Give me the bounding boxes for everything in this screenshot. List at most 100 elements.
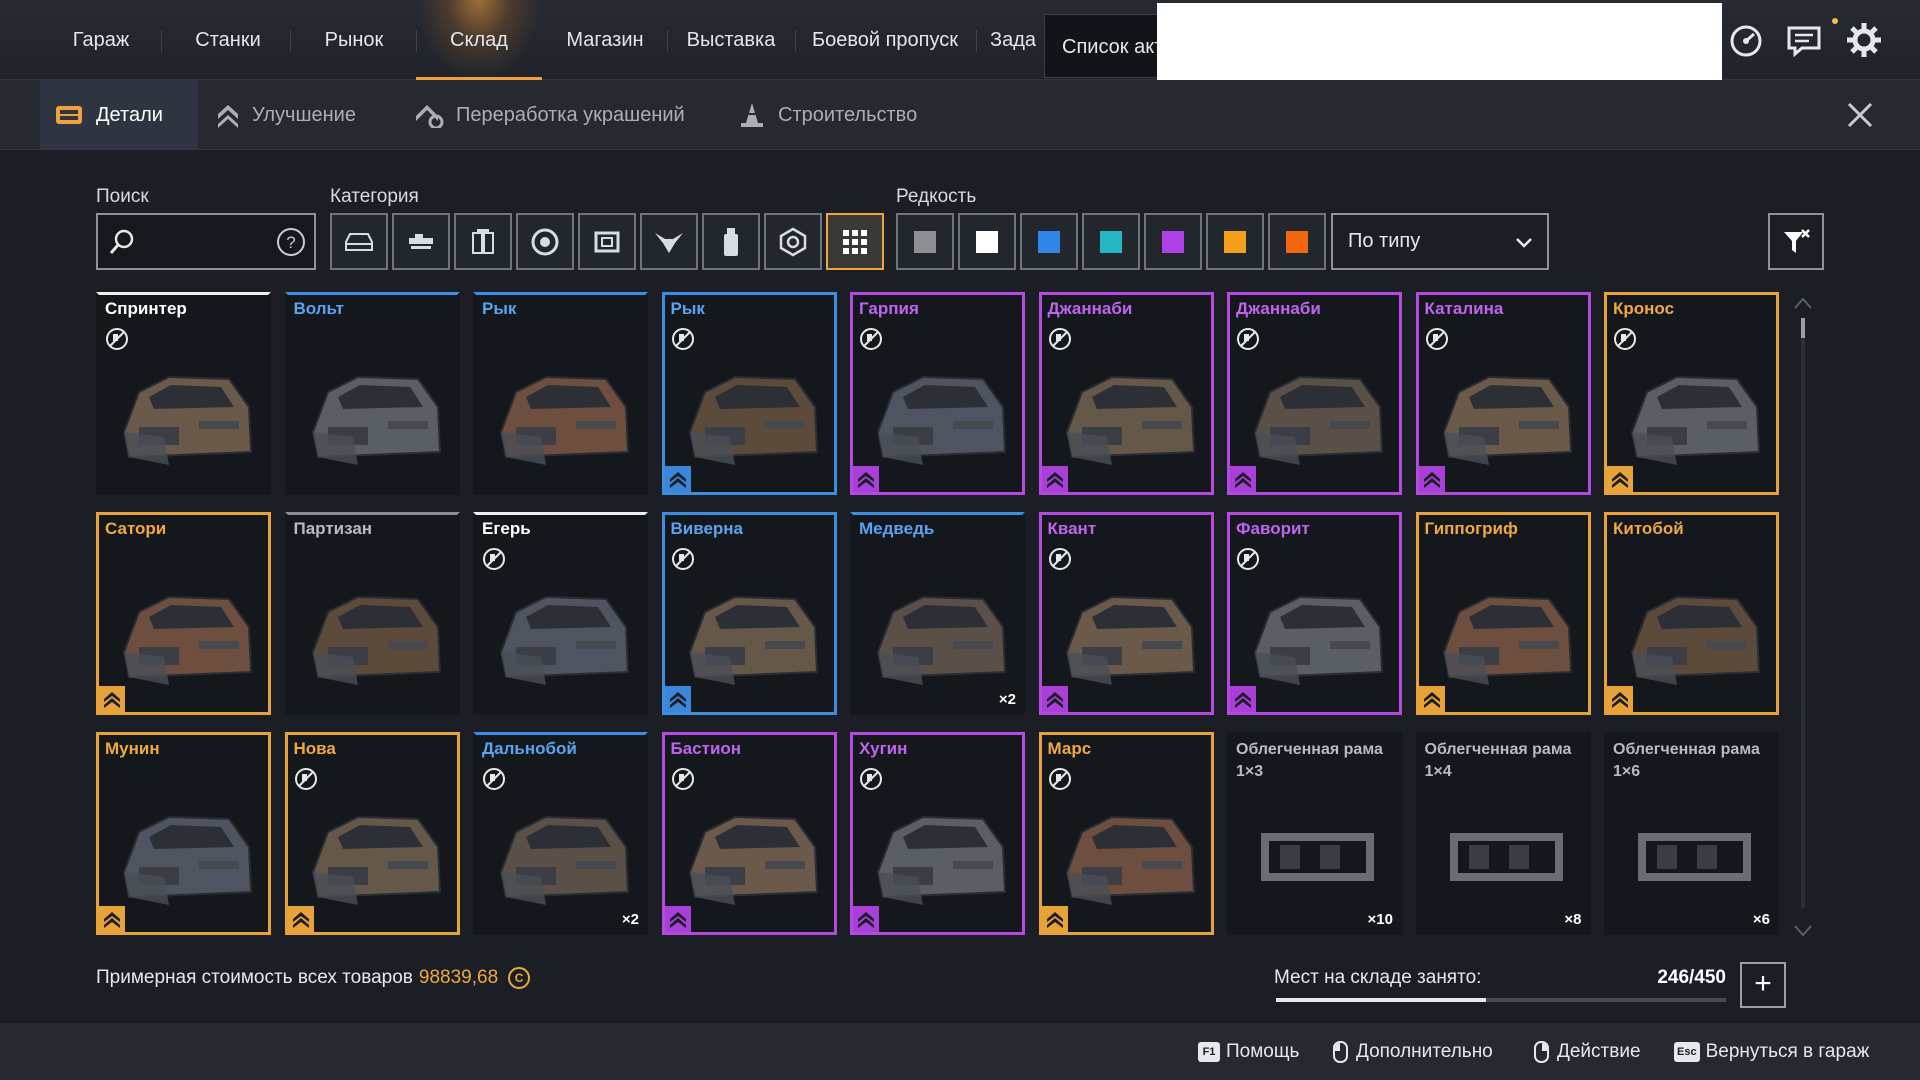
rarity-swatch <box>1100 230 1122 253</box>
item-card[interactable]: Кронос <box>1604 292 1779 495</box>
tab-shop[interactable]: Магазин <box>554 0 656 80</box>
part-image <box>499 595 630 685</box>
item-card[interactable]: Фаворит <box>1227 512 1402 715</box>
item-quantity: ×2 <box>621 911 639 928</box>
build-icon <box>741 103 763 127</box>
items-grid: Спринтер Вольт Рык Рык Гарпия Джаннаби Джаннаб… <box>96 292 1779 937</box>
item-card[interactable]: Рык <box>661 292 837 495</box>
settings-icon[interactable] <box>1844 20 1884 60</box>
upgrade-badge <box>664 466 691 492</box>
upgrade-icon <box>858 912 874 928</box>
scrollbar-track[interactable] <box>1801 318 1805 908</box>
upgrade-icon <box>1235 692 1251 708</box>
tab-machines[interactable]: Станки <box>180 0 276 80</box>
hint-label: Дополнительно <box>1356 1041 1493 1062</box>
item-card[interactable]: Нова <box>284 732 460 935</box>
svg-text:?: ? <box>286 233 295 252</box>
subtab-recycle[interactable]: Переработка украшений <box>414 80 685 150</box>
expand-storage-button[interactable]: + <box>1740 962 1786 1008</box>
item-card[interactable]: Вольт <box>284 292 460 495</box>
part-image <box>122 375 253 465</box>
item-card[interactable]: Хугин <box>850 732 1025 935</box>
key-icon: F1 <box>1198 1042 1220 1062</box>
sort-dropdown[interactable]: По типу <box>1331 213 1549 270</box>
upgrade-badge <box>1230 686 1256 712</box>
tab-tasks[interactable]: Зада <box>990 0 1046 80</box>
subtab-build[interactable]: Строительство <box>738 80 917 150</box>
item-card[interactable]: Каталина <box>1415 292 1591 495</box>
item-card[interactable]: Рык <box>473 292 648 495</box>
scroll-down-icon[interactable] <box>1793 924 1813 938</box>
item-card[interactable]: Сатори <box>96 512 271 715</box>
tooltip: Список акт <box>1044 14 1164 78</box>
category-drones[interactable] <box>640 213 698 270</box>
upgrade-badge <box>664 686 691 712</box>
category-paint[interactable] <box>702 213 760 270</box>
tab-exhibition[interactable]: Выставка <box>680 0 782 80</box>
item-card[interactable]: Джаннаби <box>1038 292 1214 495</box>
item-card[interactable]: Медведь ×2 <box>850 512 1025 715</box>
upgrade-icon <box>292 912 309 928</box>
speedometer-icon[interactable] <box>1726 20 1766 60</box>
item-card[interactable]: Бастион <box>661 732 837 935</box>
scrollbar-thumb[interactable] <box>1801 318 1805 338</box>
category-all[interactable] <box>826 213 884 270</box>
hint-back[interactable]: Esc Вернуться в гараж <box>1674 1041 1869 1063</box>
item-card[interactable]: Китобой <box>1604 512 1779 715</box>
item-card[interactable]: Марс <box>1038 732 1214 935</box>
help-icon[interactable]: ? <box>276 227 306 257</box>
tab-battle-pass[interactable]: Боевой пропуск <box>804 0 966 80</box>
item-card[interactable]: Егерь <box>473 512 648 715</box>
tab-storage[interactable]: Склад <box>416 0 542 80</box>
item-card[interactable]: Дальнобой ×2 <box>473 732 648 935</box>
hint-action[interactable]: Действие <box>1534 1041 1641 1063</box>
upgrade-badge <box>99 906 125 932</box>
scroll-up-icon[interactable] <box>1793 296 1813 310</box>
item-card[interactable]: Облегченная рама 1×3 ×10 <box>1227 732 1402 935</box>
reset-filter-button[interactable] <box>1768 213 1824 270</box>
part-image <box>311 375 441 465</box>
total-value-label: Примерная стоимость всех товаров <box>96 967 413 988</box>
close-icon[interactable] <box>1846 101 1874 129</box>
tab-market[interactable]: Рынок <box>306 0 402 80</box>
subtab-parts[interactable]: Детали <box>40 80 198 150</box>
rarity-purple[interactable] <box>1144 213 1202 270</box>
item-card[interactable]: Виверна <box>661 512 837 715</box>
storage-progress-fill <box>1276 998 1486 1002</box>
search-input[interactable]: ? <box>96 213 316 270</box>
chat-icon[interactable] <box>1784 20 1824 60</box>
hint-help[interactable]: F1 Помощь <box>1198 1041 1299 1063</box>
rarity-cyan[interactable] <box>1082 213 1140 270</box>
item-card[interactable]: Мунин <box>96 732 271 935</box>
category-decor[interactable] <box>764 213 822 270</box>
category-weapons[interactable] <box>392 213 450 270</box>
subtab-upgrade[interactable]: Улучшение <box>216 80 356 150</box>
subtab-label: Переработка украшений <box>456 103 685 126</box>
rarity-white[interactable] <box>958 213 1016 270</box>
item-card[interactable]: Гиппогриф <box>1415 512 1591 715</box>
upgrade-icon <box>104 692 120 708</box>
item-card[interactable]: Квант <box>1038 512 1214 715</box>
rarity-blue[interactable] <box>1020 213 1078 270</box>
storage-label: Мест на складе занято: <box>1274 967 1482 988</box>
category-wheels[interactable] <box>516 213 574 270</box>
total-value-amount: 98839,68 <box>418 967 499 988</box>
item-card[interactable]: Гарпия <box>850 292 1025 495</box>
item-card[interactable]: Спринтер <box>96 292 271 495</box>
item-card[interactable]: Партизан <box>284 512 460 715</box>
item-card[interactable]: Джаннаби <box>1227 292 1402 495</box>
item-name: Китобой <box>1613 519 1684 538</box>
category-cabins[interactable] <box>330 213 388 270</box>
rarity-red-orange[interactable] <box>1268 213 1326 270</box>
item-name: Квант <box>1047 519 1097 538</box>
item-card[interactable]: Облегченная рама 1×6 ×6 <box>1604 732 1779 935</box>
item-card[interactable]: Облегченная рама 1×4 ×8 <box>1415 732 1591 935</box>
rarity-swatch <box>914 230 936 253</box>
category-frames[interactable] <box>578 213 636 270</box>
rarity-orange[interactable] <box>1206 213 1264 270</box>
category-modules[interactable] <box>454 213 512 270</box>
hint-more[interactable]: Дополнительно <box>1333 1041 1493 1063</box>
frame-icon <box>594 231 620 252</box>
rarity-gray[interactable] <box>896 213 954 270</box>
tab-garage[interactable]: Гараж <box>55 0 147 80</box>
